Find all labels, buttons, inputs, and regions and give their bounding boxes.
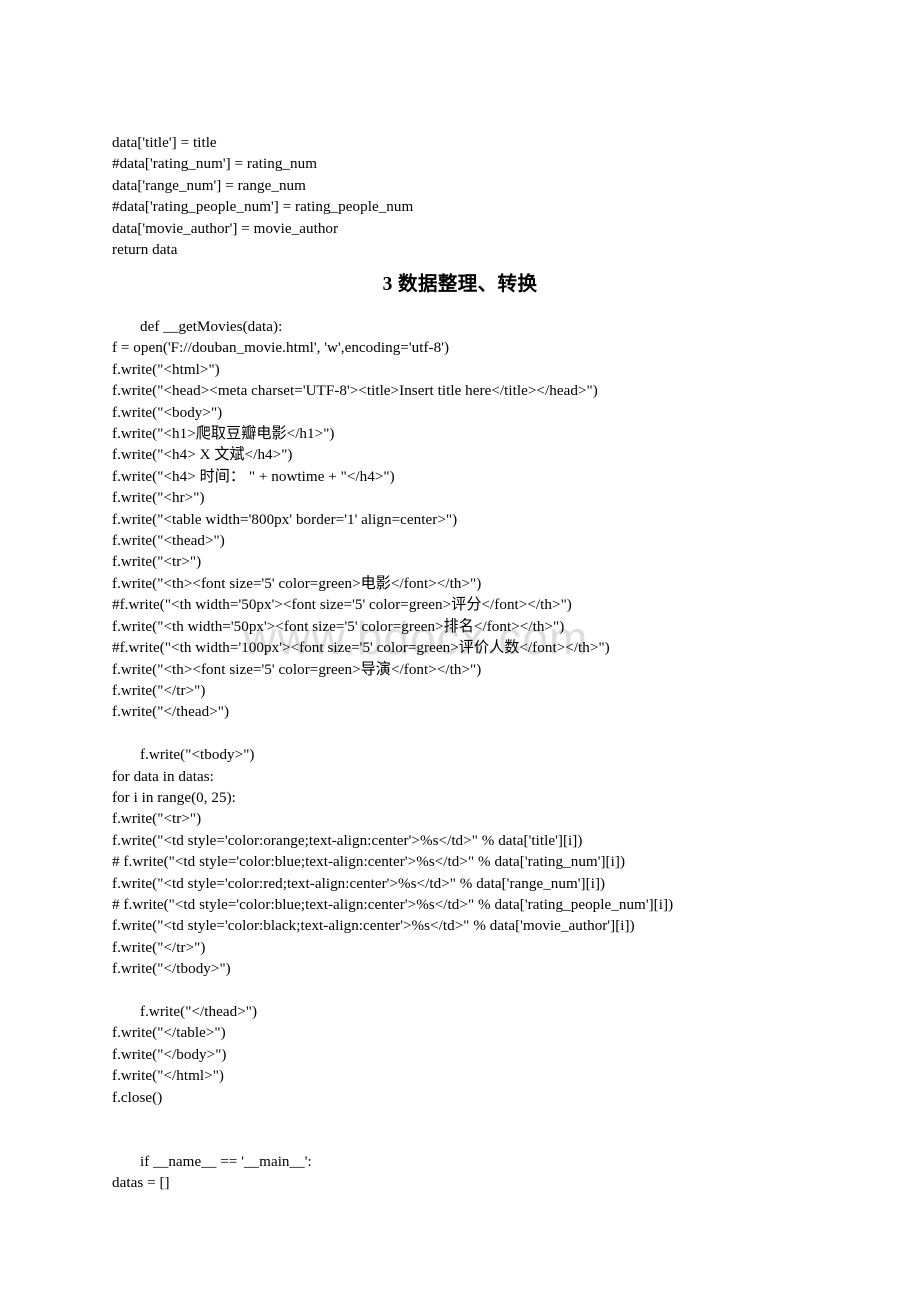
code-line: f.write("<td style='color:black;text-ali… (112, 918, 635, 935)
code-line: datas = [] (112, 1175, 170, 1192)
code-line: data['range_num'] = range_num (112, 177, 306, 194)
code-line: for data in datas: (112, 768, 214, 785)
code-line: f.write("</tr>") (112, 682, 206, 699)
code-line: f.write("<h4> X 文斌</h4>") (112, 447, 293, 464)
code-line: f.write("<tr>") (112, 554, 202, 571)
code-line: f.write("<thead>") (112, 533, 225, 550)
code-block-main: def __getMovies(data):f = open('F://doub… (112, 317, 912, 1195)
code-line: f.write("</tr>") (112, 939, 206, 956)
code-line: f.write("</tbody>") (112, 961, 231, 978)
code-line: # f.write("<td style='color:blue;text-al… (112, 896, 674, 913)
code-line: f.write("<td style='color:red;text-align… (112, 875, 606, 892)
section-heading: 3 数据整理、转换 (382, 274, 538, 295)
code-line: f = open('F://douban_movie.html', 'w',en… (112, 340, 450, 357)
code-line: f.write("</thead>") (140, 1003, 258, 1020)
code-line: f.write("<body>") (112, 404, 223, 421)
code-line: f.write("</body>") (112, 1046, 227, 1063)
code-line: f.write("<th width='50px'><font size='5'… (112, 618, 565, 635)
code-line: return data (112, 242, 178, 259)
code-line: f.write("<table width='800px' border='1'… (112, 511, 458, 528)
code-line: f.write("<head><meta charset='UTF-8'><ti… (112, 383, 598, 400)
code-line: f.write("<hr>") (112, 490, 205, 507)
code-line: #data['rating_num'] = rating_num (112, 156, 318, 173)
code-line: f.write("<tbody>") (140, 747, 255, 764)
code-line: f.write("<tr>") (112, 811, 202, 828)
code-line: #f.write("<th width='100px'><font size='… (112, 640, 610, 657)
code-line: if __name__ == '__main__': (140, 1153, 312, 1170)
code-line: f.write("<th><font size='5' color=green>… (112, 575, 482, 592)
code-line: def __getMovies(data): (140, 319, 283, 335)
code-line: #f.write("<th width='50px'><font size='5… (112, 597, 572, 614)
code-line: f.write("</html>") (112, 1068, 224, 1085)
code-line: for i in range(0, 25): (112, 789, 236, 806)
code-line: f.write("<td style='color:orange;text-al… (112, 832, 583, 849)
code-line: f.write("</table>") (112, 1025, 226, 1042)
code-line: f.close() (112, 1089, 163, 1106)
code-line: data['movie_author'] = movie_author (112, 220, 339, 237)
code-block-top: data['title'] = title #data['rating_num']… (112, 133, 912, 261)
code-line: f.write("<th><font size='5' color=green>… (112, 661, 482, 678)
document-page: www.bdocx.com data['title'] = title #data… (0, 0, 920, 1302)
code-line: f.write("<h1>爬取豆瓣电影</h1>") (112, 426, 335, 443)
code-line: f.write("<h4> 时间： " + nowtime + "</h4>") (112, 468, 395, 485)
code-line: f.write("</thead>") (112, 704, 230, 721)
code-line: data['title'] = title (112, 135, 217, 151)
code-line: # f.write("<td style='color:blue;text-al… (112, 854, 626, 871)
code-line: #data['rating_people_num'] = rating_peop… (112, 199, 414, 216)
code-line: f.write("<html>") (112, 361, 220, 378)
